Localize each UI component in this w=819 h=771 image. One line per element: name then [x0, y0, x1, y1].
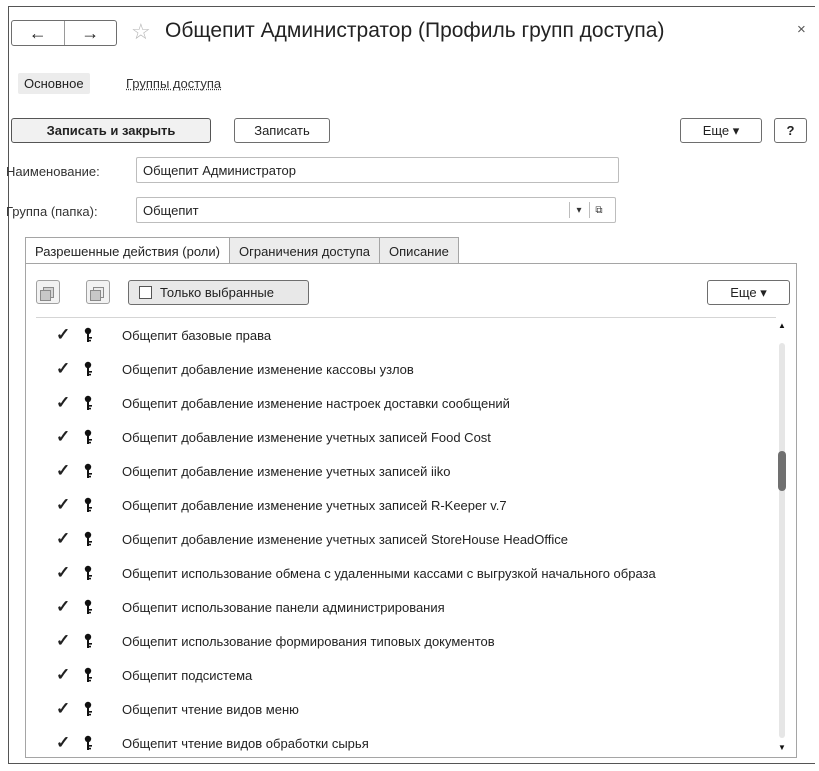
group-value: Общепит	[143, 203, 199, 218]
roles-more-button[interactable]: Еще ▾	[707, 280, 790, 305]
list-item[interactable]: ✓ Общепит добавление изменение учетных з…	[36, 420, 776, 454]
key-icon	[84, 395, 92, 410]
window-title: Общепит Администратор (Профиль групп дос…	[165, 19, 665, 42]
role-name: Общепит использование обмена с удаленным…	[122, 565, 656, 581]
list-item[interactable]: ✓ Общепит добавление изменение настроек …	[36, 386, 776, 420]
key-icon	[84, 361, 92, 376]
key-icon	[84, 633, 92, 648]
list-item[interactable]: ✓ Общепит использование обмена с удаленн…	[36, 556, 776, 590]
check-icon[interactable]: ✓	[56, 359, 70, 379]
key-icon	[84, 497, 92, 512]
check-icon[interactable]: ✓	[56, 563, 70, 583]
list-item[interactable]: ✓ Общепит использование формирования тип…	[36, 624, 776, 658]
tab-main[interactable]: Основное	[18, 73, 90, 94]
check-icon[interactable]: ✓	[56, 597, 70, 617]
uncheck-all-icon[interactable]	[86, 280, 110, 304]
chevron-down-icon[interactable]: ▾	[569, 202, 588, 218]
role-name: Общепит добавление изменение учетных зап…	[122, 463, 451, 479]
key-icon	[84, 531, 92, 546]
name-label: Наименование:	[6, 164, 100, 179]
list-item[interactable]: ✓ Общепит добавление изменение учетных з…	[36, 522, 776, 556]
check-icon[interactable]: ✓	[56, 529, 70, 549]
key-icon	[84, 327, 92, 342]
list-item[interactable]: ✓ Общепит добавление изменение учетных з…	[36, 488, 776, 522]
save-button[interactable]: Записать	[234, 118, 330, 143]
scrollbar[interactable]: ▲ ▼	[775, 319, 789, 755]
check-icon[interactable]: ✓	[56, 461, 70, 481]
tabs: Разрешенные действия (роли) Ограничения …	[25, 237, 459, 264]
open-icon[interactable]: ⧉	[589, 202, 608, 218]
role-name: Общепит добавление изменение учетных зап…	[122, 429, 491, 445]
only-selected-toggle[interactable]: Только выбранные	[128, 280, 309, 305]
name-field[interactable]: Общепит Администратор	[136, 157, 619, 183]
tab-access-groups[interactable]: Группы доступа	[126, 76, 221, 91]
role-name: Общепит использование панели администрир…	[122, 599, 445, 615]
role-name: Общепит базовые права	[122, 327, 272, 343]
check-all-icon[interactable]	[36, 280, 60, 304]
list-item[interactable]: ✓ Общепит использование панели администр…	[36, 590, 776, 624]
list-item[interactable]: ✓ Общепит чтение видов обработки сырья	[36, 726, 776, 758]
more-button[interactable]: Еще ▾	[680, 118, 762, 143]
check-icon[interactable]: ✓	[56, 393, 70, 413]
list-item[interactable]: ✓ Общепит добавление изменение учетных з…	[36, 454, 776, 488]
forward-icon[interactable]: →	[63, 21, 117, 45]
check-icon[interactable]: ✓	[56, 631, 70, 651]
only-selected-label: Только выбранные	[160, 285, 274, 300]
role-name: Общепит добавление изменение кассовы узл…	[122, 361, 414, 377]
tab-description[interactable]: Описание	[379, 237, 459, 264]
check-icon[interactable]: ✓	[56, 495, 70, 515]
list-item[interactable]: ✓ Общепит подсистема	[36, 658, 776, 692]
group-field[interactable]: Общепит ▾ ⧉	[136, 197, 616, 223]
role-name: Общепит добавление изменение учетных зап…	[122, 497, 507, 513]
list-item[interactable]: ✓ Общепит базовые права	[36, 318, 776, 352]
roles-list: ✓ Общепит базовые права ✓ Общепит добавл…	[36, 317, 776, 758]
role-name: Общепит добавление изменение настроек до…	[122, 395, 510, 411]
save-and-close-button[interactable]: Записать и закрыть	[11, 118, 211, 143]
navigation-buttons: ← →	[11, 20, 117, 46]
check-icon[interactable]: ✓	[56, 325, 70, 345]
role-name: Общепит использование формирования типов…	[122, 633, 495, 649]
key-icon	[84, 463, 92, 478]
tab-roles[interactable]: Разрешенные действия (роли)	[25, 237, 230, 264]
scroll-up-icon[interactable]: ▲	[778, 321, 786, 330]
check-icon[interactable]: ✓	[56, 665, 70, 685]
role-name: Общепит чтение видов обработки сырья	[122, 735, 369, 751]
back-icon[interactable]: ←	[12, 21, 64, 45]
check-icon[interactable]: ✓	[56, 699, 70, 719]
scroll-down-icon[interactable]: ▼	[778, 743, 786, 752]
scroll-track[interactable]	[779, 343, 785, 738]
tab-access-restrictions[interactable]: Ограничения доступа	[228, 237, 381, 264]
checkbox-icon	[139, 286, 152, 299]
list-item[interactable]: ✓ Общепит чтение видов меню	[36, 692, 776, 726]
role-name: Общепит подсистема	[122, 667, 253, 683]
help-button[interactable]: ?	[774, 118, 807, 143]
key-icon	[84, 735, 92, 750]
list-item[interactable]: ✓ Общепит добавление изменение кассовы у…	[36, 352, 776, 386]
close-icon[interactable]: ×	[797, 21, 806, 38]
key-icon	[84, 667, 92, 682]
group-label: Группа (папка):	[6, 204, 98, 219]
role-name: Общепит чтение видов меню	[122, 701, 299, 717]
role-name: Общепит добавление изменение учетных зап…	[122, 531, 568, 547]
key-icon	[84, 565, 92, 580]
scroll-thumb[interactable]	[778, 451, 786, 491]
favorite-star-icon[interactable]: ☆	[131, 19, 151, 45]
check-icon[interactable]: ✓	[56, 733, 70, 753]
key-icon	[84, 701, 92, 716]
check-icon[interactable]: ✓	[56, 427, 70, 447]
key-icon	[84, 599, 92, 614]
key-icon	[84, 429, 92, 444]
